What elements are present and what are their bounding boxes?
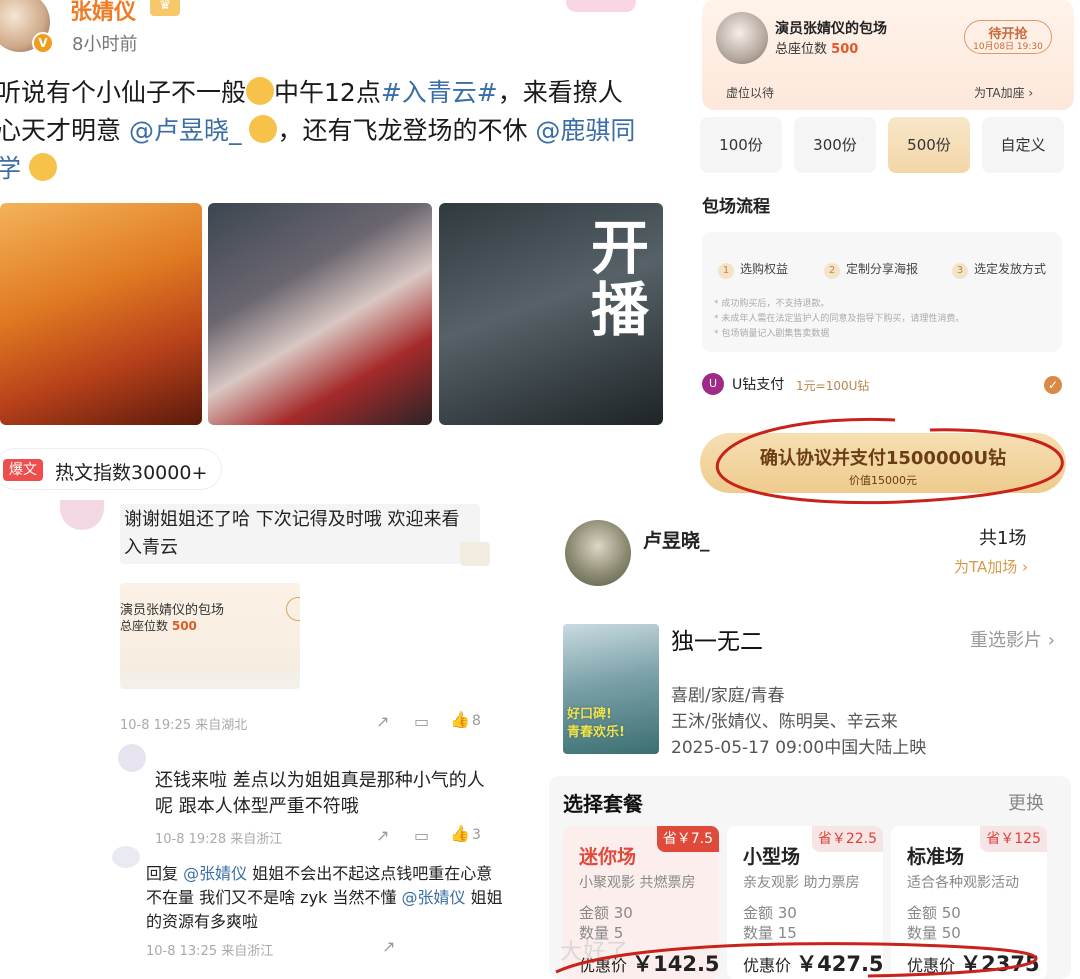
movie-genre: 喜剧/家庭/青春 xyxy=(671,686,785,706)
flow-note: * 成功购买后，不支持退款。 xyxy=(714,299,830,309)
amount-option[interactable]: 自定义 xyxy=(982,117,1064,173)
post-photo[interactable] xyxy=(208,203,432,425)
user-name[interactable]: 卢昱晓_ xyxy=(643,526,710,553)
grab-status-button[interactable]: 待开抢 10月08日 19:30 xyxy=(964,20,1052,54)
flow-step: 1 选购权益 xyxy=(718,260,788,279)
avatar[interactable] xyxy=(60,500,104,530)
comment-icon[interactable]: ▭ xyxy=(414,826,429,845)
post-text: 听说有个小仙子不一般 中午12点#入青云#，来看撩人 心天才明意 @卢昱晓_ ，还… xyxy=(0,74,666,188)
comment-meta: 10-8 13:25 来自浙江 xyxy=(146,944,274,959)
mention-link[interactable]: @张婧仪 xyxy=(402,888,466,907)
fan-badge xyxy=(566,0,636,12)
post-username[interactable]: 张婧仪 xyxy=(70,0,136,26)
avatar xyxy=(716,12,768,64)
session-count: 共1场 xyxy=(979,528,1027,549)
mention-link[interactable]: @卢昱晓_ xyxy=(129,116,242,145)
poster-text: 好口碑! 青春欢乐! xyxy=(567,707,625,740)
verified-badge-icon: V xyxy=(32,32,54,54)
pay-method-label: U钻支付 xyxy=(732,377,785,393)
annotation-underline xyxy=(555,942,1038,978)
hot-badge: 爆文 xyxy=(3,459,43,481)
avatar[interactable] xyxy=(565,520,631,586)
amount-option[interactable]: 300份 xyxy=(794,117,876,173)
movie-poster[interactable]: 好口碑! 青春欢乐! xyxy=(563,624,659,754)
save-badge: 省￥7.5 xyxy=(656,826,719,852)
chevron-down-icon[interactable]: ﹀ xyxy=(640,0,662,12)
package-desc: 亲友观影 助力票房 xyxy=(743,875,860,891)
u-diamond-icon: U xyxy=(702,373,724,395)
save-badge: 省￥125 xyxy=(980,826,1047,852)
movie-release-date: 2025-05-17 09:00中国大陆上映 xyxy=(671,738,927,758)
booking-title: 演员张婧仪的包场 xyxy=(775,21,887,37)
comment-text: 还钱来啦 差点以为姐姐真是那种小气的人呢 跟本人体型严重不符哦 xyxy=(155,770,485,817)
flow-step: 3 选定发放方式 xyxy=(952,260,1046,279)
comment-meta: 10-8 19:28 来自浙江 xyxy=(155,832,283,847)
blushing-emoji-icon xyxy=(249,115,278,143)
comment-image-seats: 总座位数 500 xyxy=(120,619,197,633)
hashtag-link[interactable]: #入青云# xyxy=(381,78,498,107)
package-amount: 金额 50 xyxy=(907,904,961,922)
like-icon[interactable]: 👍 xyxy=(450,824,470,843)
change-package-link[interactable]: 更换 xyxy=(1008,789,1044,815)
hot-article-tag[interactable]: 爆文 热文指数30000+ xyxy=(0,448,222,490)
pay-rate: 1元=100U钻 xyxy=(796,379,870,393)
add-seat-link[interactable]: 为TA加座 › xyxy=(974,84,1033,101)
hot-index-label: 热文指数30000+ xyxy=(55,462,208,484)
share-icon[interactable]: ↗ xyxy=(376,826,389,845)
package-name: 小型场 xyxy=(743,846,801,868)
comment-text: 回复 @张婧仪 姐姐不会出不起这点钱吧重在心意不在量 我们又不是啥 zyk 当然… xyxy=(146,864,503,931)
annotation-circle xyxy=(715,417,1064,505)
share-icon[interactable]: ↗ xyxy=(376,712,389,731)
thinking-emoji-icon xyxy=(246,77,275,105)
avatar[interactable] xyxy=(118,744,146,772)
post-text-segment: ，来看撩人 xyxy=(497,78,623,107)
crown-icon: ♛ xyxy=(150,0,180,16)
mention-link[interactable]: @鹿骐同 xyxy=(535,116,635,145)
packages-title: 选择套餐 xyxy=(563,792,643,816)
save-badge: 省￥22.5 xyxy=(811,826,883,852)
package-desc: 小聚观影 共燃票房 xyxy=(579,875,696,891)
add-session-link[interactable]: 为TA加场 › xyxy=(954,556,1028,577)
post-text-segment: 听说有个小仙子不一般 xyxy=(0,78,247,107)
check-icon[interactable]: ✓ xyxy=(1044,376,1062,394)
post-photo[interactable] xyxy=(0,203,202,425)
movie-title: 独一无二 xyxy=(671,629,763,655)
muscle-emoji-icon xyxy=(28,153,57,181)
flow-note: * 未成年人需在法定监护人的同意及指导下购买，请理性消费。 xyxy=(714,314,965,324)
like-count: 8 xyxy=(472,713,481,729)
sticker-icon xyxy=(460,542,490,566)
comment-icon[interactable]: ▭ xyxy=(414,712,429,731)
booking-seats: 总座位数 500 xyxy=(775,42,859,57)
post-text-segment: 心天才明意 xyxy=(0,116,122,145)
reselect-movie-link[interactable]: 重选影片 › xyxy=(970,626,1055,652)
avatar[interactable] xyxy=(112,846,140,868)
comment-image[interactable]: 演员张婧仪的包场 总座位数 500 xyxy=(120,583,300,689)
post-photo[interactable]: 开播 xyxy=(439,203,663,425)
package-name: 迷你场 xyxy=(579,846,637,868)
movie-cast: 王沐/张婧仪、陈明昊、辛云来 xyxy=(671,712,898,732)
comment-text: 谢谢姐姐还了哈 下次记得及时哦 欢迎来看入青云 xyxy=(120,504,480,564)
package-name: 标准场 xyxy=(907,846,965,868)
post-text-segment: 中午12点 xyxy=(274,78,381,107)
post-time: 8小时前 xyxy=(72,34,138,55)
post-text-segment[interactable]: 学 xyxy=(0,154,21,183)
share-icon[interactable]: ↗ xyxy=(382,937,395,956)
amount-option[interactable]: 100份 xyxy=(700,117,782,173)
comment-meta: 10-8 19:25 来自湖北 xyxy=(120,718,248,733)
flow-note: * 包场销量记入剧集售卖数据 xyxy=(714,329,830,339)
amount-option-selected[interactable]: 500份 xyxy=(888,117,970,173)
post-avatar[interactable]: V xyxy=(0,0,54,54)
photo-caption: 开播 xyxy=(581,217,649,341)
flow-step: 2 定制分享海报 xyxy=(824,260,918,279)
package-amount: 金额 30 xyxy=(743,904,797,922)
flow-title: 包场流程 xyxy=(702,197,770,217)
mention-link[interactable]: @张婧仪 xyxy=(183,864,247,883)
like-count: 3 xyxy=(472,827,481,843)
vacancy-label: 虚位以待 xyxy=(726,86,775,100)
post-text-segment: ，还有飞龙登场的不休 xyxy=(277,116,528,145)
comment-image-title: 演员张婧仪的包场 xyxy=(120,603,225,618)
package-amount: 金额 30 xyxy=(579,904,633,922)
like-icon[interactable]: 👍 xyxy=(450,710,470,729)
package-desc: 适合各种观影活动 xyxy=(907,875,1019,891)
